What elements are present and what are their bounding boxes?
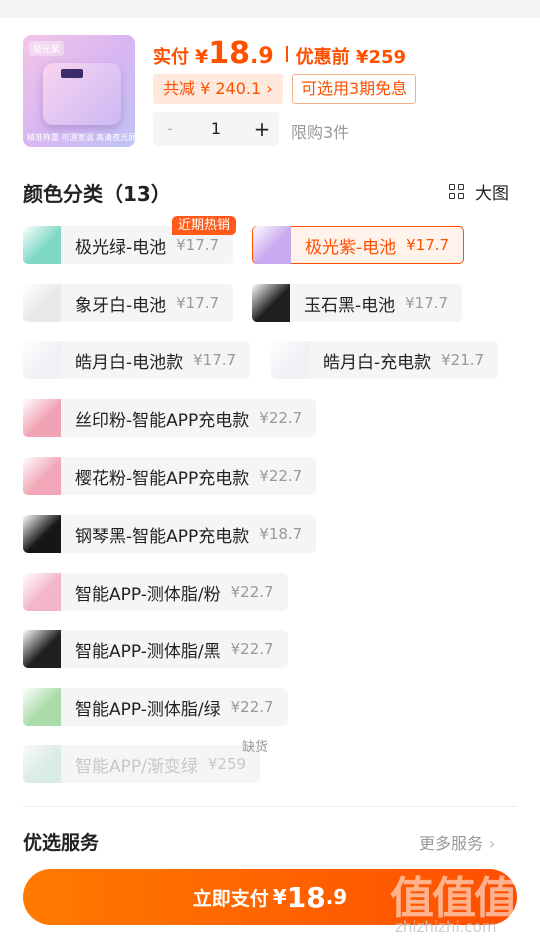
color-option-name: 极光绿-电池 <box>75 237 167 258</box>
color-option[interactable]: 象牙白-电池 ¥17.7 <box>23 284 234 322</box>
color-option-name: 象牙白-电池 <box>75 295 167 316</box>
top-bar <box>0 0 540 18</box>
color-option[interactable]: 樱花粉-智能APP充电款 ¥22.7 <box>23 457 317 495</box>
color-option-price: ¥17.7 <box>193 351 237 369</box>
more-services-link[interactable]: 更多服务 › <box>419 830 495 854</box>
purchase-limit: 限购3件 <box>291 123 350 142</box>
price-decimal: .9 <box>249 44 274 69</box>
color-swatch-image <box>271 341 309 379</box>
quantity-stepper: - 1 + <box>153 112 279 146</box>
color-option-price: ¥22.7 <box>259 467 303 485</box>
divider <box>23 806 517 807</box>
color-option-price: ¥18.7 <box>259 525 303 543</box>
color-swatch-image <box>23 630 61 668</box>
out-of-stock-badge: 缺货 <box>242 740 269 755</box>
original-price: 优惠前 ¥259 <box>295 47 407 68</box>
increase-button[interactable]: + <box>245 112 279 146</box>
color-swatch-image <box>252 284 290 322</box>
price-row: 实付 ¥ 18 .9 优惠前 ¥259 <box>153 36 406 72</box>
hot-sale-badge: 近期热销 <box>172 216 237 235</box>
color-option-price: ¥21.7 <box>441 351 485 369</box>
color-swatch-image <box>23 399 61 437</box>
price-integer: 18 <box>208 36 250 71</box>
color-option-price: ¥17.7 <box>405 294 449 312</box>
grid-view-icon <box>449 183 465 200</box>
color-swatch-image <box>23 341 61 379</box>
more-services-label: 更多服务 <box>419 834 484 853</box>
color-swatch-image <box>23 284 61 322</box>
chevron-right-icon: › <box>489 834 496 853</box>
color-option-name: 钢琴黑-智能APP充电款 <box>75 526 250 547</box>
thumb-features: 精准称重 可测室温 高清夜光屏 <box>27 133 135 142</box>
color-swatch-image <box>253 226 291 264</box>
color-option[interactable]: 皓月白-充电款 ¥21.7 <box>271 341 499 379</box>
quantity-value[interactable]: 1 <box>187 112 245 146</box>
color-option-price: ¥259 <box>207 755 247 773</box>
color-option-price: ¥17.7 <box>406 236 450 254</box>
color-option-name: 智能APP-测体脂/粉 <box>75 584 221 605</box>
color-swatch-image <box>23 573 61 611</box>
pay-integer: 18 <box>286 880 326 914</box>
color-option-price: ¥17.7 <box>176 294 220 312</box>
color-option-name: 智能APP-测体脂/绿 <box>75 699 221 720</box>
color-option[interactable]: 丝印粉-智能APP充电款 ¥22.7 <box>23 399 317 437</box>
color-option[interactable]: 皓月白-电池款 ¥17.7 <box>23 341 251 379</box>
watermark-logo: 值值值 <box>390 873 518 924</box>
color-option-name: 丝印粉-智能APP充电款 <box>75 410 250 431</box>
color-option-name: 智能APP-测体脂/黑 <box>75 641 221 662</box>
product-thumbnail[interactable]: 极光紫 精准称重 可测室温 高清夜光屏 <box>23 35 135 147</box>
color-section-title: 颜色分类（13） <box>23 182 171 206</box>
color-swatch-image <box>23 226 61 264</box>
color-option-price: ¥22.7 <box>230 583 274 601</box>
color-option-name: 玉石黑-电池 <box>304 295 396 316</box>
discount-chip[interactable]: 共减 ¥ 240.1 › <box>153 74 283 104</box>
installment-chip[interactable]: 可选用3期免息 <box>292 74 417 104</box>
pay-label: 立即支付 <box>192 887 269 910</box>
color-swatch-image <box>23 515 61 553</box>
color-option-price: ¥17.7 <box>176 236 220 254</box>
color-option-name: 极光紫-电池 <box>305 237 397 258</box>
color-option: 智能APP/渐变绿 ¥259 <box>23 745 261 783</box>
decrease-button[interactable]: - <box>153 112 187 146</box>
color-option-name: 皓月白-电池款 <box>75 352 184 373</box>
color-option-price: ¥22.7 <box>230 698 274 716</box>
color-option-name: 樱花粉-智能APP充电款 <box>75 468 250 489</box>
color-option[interactable]: 玉石黑-电池 ¥17.7 <box>252 284 463 322</box>
color-option[interactable]: 智能APP-测体脂/粉 ¥22.7 <box>23 573 288 611</box>
color-option-price: ¥22.7 <box>259 409 303 427</box>
watermark-domain: zhizhizhi.com <box>395 918 497 936</box>
color-swatch-image <box>23 688 61 726</box>
pay-decimal: .9 <box>325 885 348 909</box>
price-separator <box>285 46 288 62</box>
color-option-name: 皓月白-充电款 <box>323 352 432 373</box>
color-option-name: 智能APP/渐变绿 <box>75 756 198 777</box>
color-option[interactable]: 钢琴黑-智能APP充电款 ¥18.7 <box>23 515 317 553</box>
big-view-toggle[interactable]: 大图 <box>449 179 509 204</box>
services-title: 优选服务 <box>23 832 100 854</box>
scale-display-image <box>61 69 83 78</box>
thumb-variant-tag: 极光紫 <box>29 41 65 56</box>
color-option-price: ¥22.7 <box>230 640 274 658</box>
big-view-label: 大图 <box>475 184 509 204</box>
color-option[interactable]: 智能APP-测体脂/绿 ¥22.7 <box>23 688 288 726</box>
price-currency: ¥ <box>195 46 209 68</box>
color-option[interactable]: 智能APP-测体脂/黑 ¥22.7 <box>23 630 288 668</box>
pay-currency: ¥ <box>272 885 287 909</box>
color-option[interactable]: 极光紫-电池 ¥17.7 <box>252 226 465 264</box>
color-swatch-image <box>23 457 61 495</box>
color-swatch-image <box>23 745 61 783</box>
price-label: 实付 <box>153 47 189 68</box>
